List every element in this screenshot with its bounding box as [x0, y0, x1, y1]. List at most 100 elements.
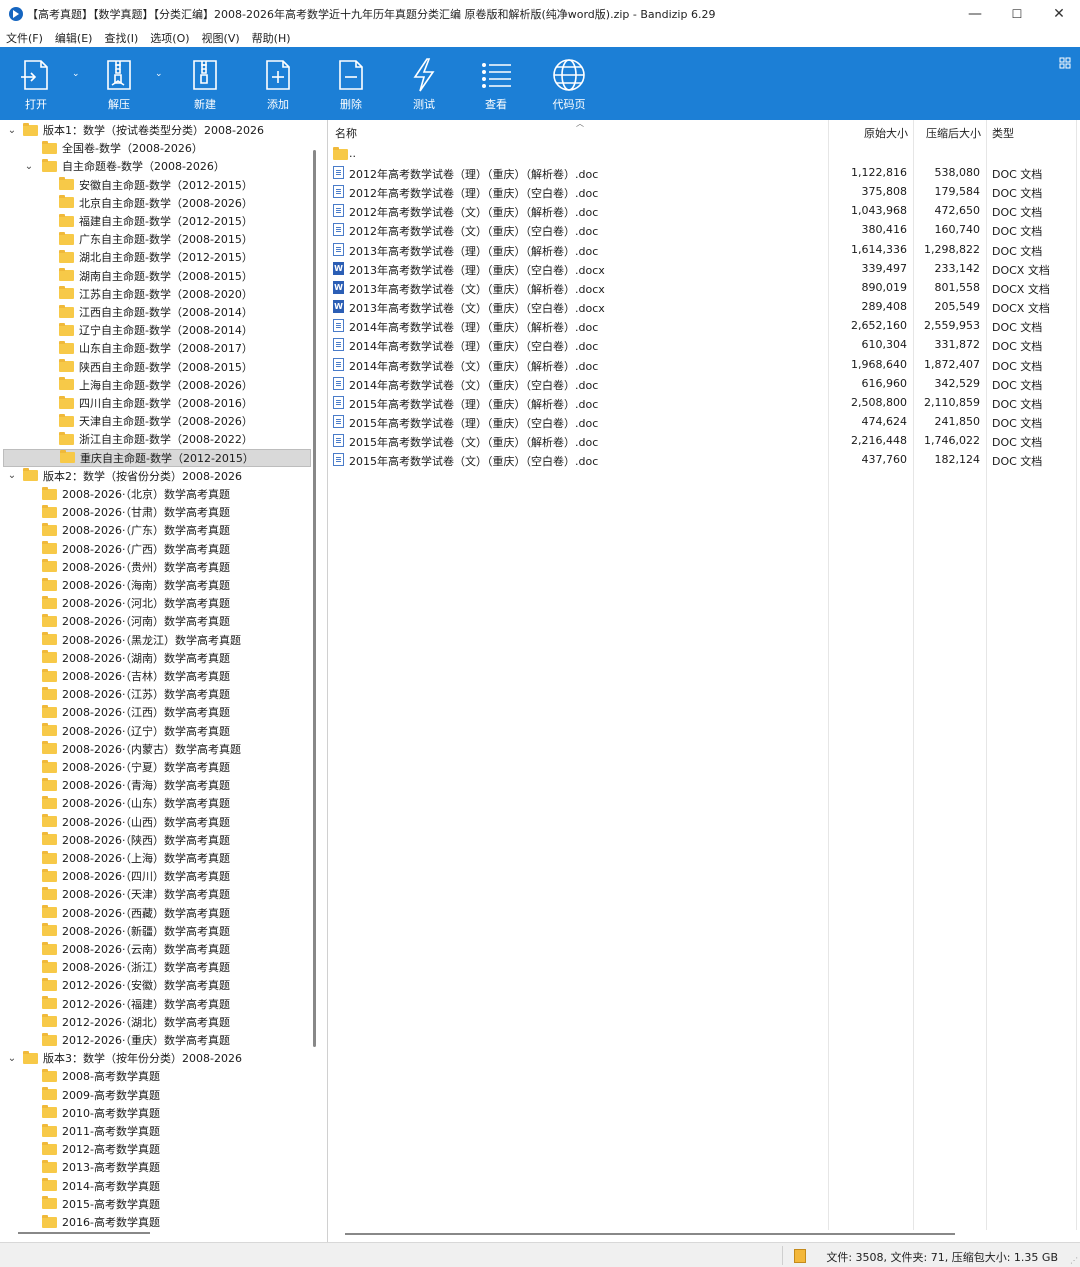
file-row[interactable]: 2015年高考数学试卷（文）（重庆）（解析卷）.doc 2,216,448 1,74…: [330, 431, 1080, 450]
tree-folder-item[interactable]: 2008-2026·（辽宁）数学高考真题: [0, 722, 230, 740]
file-row[interactable]: 2015年高考数学试卷（理）（重庆）（空白卷）.doc 474,624 241,85…: [330, 412, 1080, 431]
tree-folder-item[interactable]: 2012-2026·（福建）数学高考真题: [0, 995, 230, 1013]
file-row[interactable]: W 2013年高考数学试卷（文）（重庆）（解析卷）.docx 890,019 801,…: [330, 278, 1080, 297]
tree-folder-item[interactable]: 2008-2026·（西藏）数学高考真题: [0, 904, 230, 922]
tree-folder-item[interactable]: 2008-2026·（山东）数学高考真题: [0, 794, 230, 812]
tree-folder-item[interactable]: 2008-2026·（北京）数学高考真题: [0, 485, 230, 503]
expand-chevron-icon[interactable]: ⌄: [7, 1053, 17, 1064]
tree-folder-item[interactable]: 2008-2026·（上海）数学高考真题: [0, 849, 230, 867]
tree-folder-item[interactable]: 2016-高考数学真题: [0, 1213, 160, 1231]
file-row[interactable]: 2012年高考数学试卷（理）（重庆）（解析卷）.doc 1,122,816 538,…: [330, 163, 1080, 182]
expand-chevron-icon[interactable]: ⌄: [7, 125, 17, 136]
file-row[interactable]: 2015年高考数学试卷（理）（重庆）（解析卷）.doc 2,508,800 2,11…: [330, 393, 1080, 412]
extract-dropdown-chevron-icon[interactable]: ⌄: [155, 69, 163, 79]
file-list[interactable]: ︿ 名称 原始大小 压缩后大小 类型 .. 2012年高考数学试卷（理）（重庆）…: [330, 120, 1080, 1242]
delete-button[interactable]: 删除: [331, 47, 371, 120]
tree-folder-item[interactable]: 2008-2026·（广西）数学高考真题: [0, 540, 230, 558]
minimize-button[interactable]: —: [954, 0, 996, 28]
tree-subfolder-item[interactable]: 陕西自主命题-数学（2008-2015）: [0, 358, 253, 376]
tree-folder-item[interactable]: 2008-2026·（新疆）数学高考真题: [0, 922, 230, 940]
close-button[interactable]: ✕: [1038, 0, 1080, 28]
tree-subfolder-item[interactable]: 浙江自主命题-数学（2008-2022）: [0, 430, 253, 448]
tree-folder-item[interactable]: 2008-2026·（黑龙江）数学高考真题: [0, 631, 241, 649]
tree-subfolder-item[interactable]: 江西自主命题-数学（2008-2014）: [0, 303, 253, 321]
column-type[interactable]: 类型: [992, 125, 1014, 141]
open-button[interactable]: 打开: [16, 47, 56, 120]
tree-subfolder-item[interactable]: 北京自主命题-数学（2008-2026）: [0, 194, 253, 212]
tree-root-item[interactable]: ⌄ 版本1：数学（按试卷类型分类）2008-2026: [0, 121, 264, 139]
tree-folder-item[interactable]: 2008-2026·（湖南）数学高考真题: [0, 649, 230, 667]
tree-folder-item[interactable]: ⌄ 自主命题卷-数学（2008-2026）: [0, 157, 225, 175]
tree-subfolder-item[interactable]: 辽宁自主命题-数学（2008-2014）: [0, 321, 253, 339]
tree-subfolder-item[interactable]: 江苏自主命题-数学（2008-2020）: [0, 285, 253, 303]
tree-subfolder-item[interactable]: 四川自主命题-数学（2008-2016）: [0, 394, 253, 412]
menu-view[interactable]: 视图(V): [202, 30, 240, 46]
tree-horizontal-scrollbar[interactable]: [18, 1232, 150, 1234]
tree-folder-item[interactable]: 2008-2026·（河南）数学高考真题: [0, 612, 230, 630]
file-row[interactable]: 2014年高考数学试卷（理）（重庆）（解析卷）.doc 2,652,160 2,55…: [330, 316, 1080, 335]
extract-button[interactable]: 解压: [99, 47, 139, 120]
tree-folder-item[interactable]: 2008-2026·（青海）数学高考真题: [0, 776, 230, 794]
tree-folder-item[interactable]: 2011-高考数学真题: [0, 1122, 160, 1140]
tree-subfolder-item[interactable]: 天津自主命题-数学（2008-2026）: [0, 412, 253, 430]
file-row[interactable]: 2014年高考数学试卷（文）（重庆）（解析卷）.doc 1,968,640 1,87…: [330, 355, 1080, 374]
tree-subfolder-item[interactable]: 重庆自主命题-数学（2012-2015）: [3, 448, 311, 467]
tree-folder-item[interactable]: 2008-2026·（河北）数学高考真题: [0, 594, 230, 612]
layout-toggle-icon[interactable]: [1059, 57, 1071, 69]
tree-folder-item[interactable]: 2008-2026·（云南）数学高考真题: [0, 940, 230, 958]
file-row[interactable]: 2014年高考数学试卷（理）（重庆）（空白卷）.doc 610,304 331,87…: [330, 335, 1080, 354]
tree-subfolder-item[interactable]: 广东自主命题-数学（2008-2015）: [0, 230, 253, 248]
tree-folder-item[interactable]: 2008-2026·（甘肃）数学高考真题: [0, 503, 230, 521]
tree-folder-item[interactable]: 2012-2026·（安徽）数学高考真题: [0, 976, 230, 994]
tree-folder-item[interactable]: 2008-2026·（江苏）数学高考真题: [0, 685, 230, 703]
tree-folder-item[interactable]: 2008-2026·（贵州）数学高考真题: [0, 558, 230, 576]
tree-folder-item[interactable]: 2008-2026·（宁夏）数学高考真题: [0, 758, 230, 776]
tree-root-item[interactable]: ⌄ 版本3：数学（按年份分类）2008-2026: [0, 1049, 242, 1067]
menu-file[interactable]: 文件(F): [6, 30, 43, 46]
folder-tree[interactable]: ⌄ 版本1：数学（按试卷类型分类）2008-2026 全国卷-数学（2008-202…: [0, 120, 328, 1242]
tree-subfolder-item[interactable]: 湖北自主命题-数学（2012-2015）: [0, 248, 253, 266]
tree-folder-item[interactable]: 2008-2026·（浙江）数学高考真题: [0, 958, 230, 976]
parent-folder-row[interactable]: ..: [330, 144, 1080, 163]
new-archive-button[interactable]: 新建: [185, 47, 225, 120]
column-original-size[interactable]: 原始大小: [864, 125, 908, 141]
tree-vertical-scrollbar[interactable]: [313, 150, 316, 1047]
tree-folder-item[interactable]: 2015-高考数学真题: [0, 1195, 160, 1213]
view-button[interactable]: 查看: [476, 47, 516, 120]
expand-chevron-icon[interactable]: ⌄: [7, 470, 17, 481]
tree-folder-item[interactable]: 2008-2026·（江西）数学高考真题: [0, 703, 230, 721]
tree-folder-item[interactable]: 2012-2026·（重庆）数学高考真题: [0, 1031, 230, 1049]
tree-subfolder-item[interactable]: 上海自主命题-数学（2008-2026）: [0, 376, 253, 394]
menu-help[interactable]: 帮助(H): [252, 30, 291, 46]
expand-chevron-icon[interactable]: ⌄: [24, 161, 34, 172]
tree-folder-item[interactable]: 2012-高考数学真题: [0, 1140, 160, 1158]
test-button[interactable]: 测试: [404, 47, 444, 120]
tree-folder-item[interactable]: 2008-高考数学真题: [0, 1067, 160, 1085]
add-button[interactable]: 添加: [258, 47, 298, 120]
tree-folder-item[interactable]: 2014-高考数学真题: [0, 1177, 160, 1195]
file-list-horizontal-scrollbar[interactable]: [345, 1233, 955, 1235]
file-row[interactable]: 2012年高考数学试卷（文）（重庆）（解析卷）.doc 1,043,968 472,…: [330, 201, 1080, 220]
column-name[interactable]: 名称: [335, 125, 357, 141]
column-compressed-size[interactable]: 压缩后大小: [926, 125, 981, 141]
tree-folder-item[interactable]: 2009-高考数学真题: [0, 1086, 160, 1104]
tree-folder-item[interactable]: 2008-2026·（内蒙古）数学高考真题: [0, 740, 241, 758]
tree-root-item[interactable]: ⌄ 版本2：数学（按省份分类）2008-2026: [0, 467, 242, 485]
menu-find[interactable]: 查找(I): [104, 30, 138, 46]
open-dropdown-chevron-icon[interactable]: ⌄: [72, 69, 80, 79]
file-row[interactable]: 2013年高考数学试卷（理）（重庆）（解析卷）.doc 1,614,336 1,29…: [330, 240, 1080, 259]
tree-subfolder-item[interactable]: 湖南自主命题-数学（2008-2015）: [0, 267, 253, 285]
menu-options[interactable]: 选项(O): [150, 30, 189, 46]
tree-folder-item[interactable]: 2008-2026·（天津）数学高考真题: [0, 885, 230, 903]
file-row[interactable]: 2014年高考数学试卷（文）（重庆）（空白卷）.doc 616,960 342,52…: [330, 374, 1080, 393]
tree-folder-item[interactable]: 全国卷-数学（2008-2026）: [0, 139, 203, 157]
file-row[interactable]: 2015年高考数学试卷（文）（重庆）（空白卷）.doc 437,760 182,12…: [330, 450, 1080, 469]
file-row[interactable]: W 2013年高考数学试卷（文）（重庆）（空白卷）.docx 289,408 205,…: [330, 297, 1080, 316]
file-row[interactable]: 2012年高考数学试卷（文）（重庆）（空白卷）.doc 380,416 160,74…: [330, 220, 1080, 239]
tree-subfolder-item[interactable]: 山东自主命题-数学（2008-2017）: [0, 339, 253, 357]
file-row[interactable]: W 2013年高考数学试卷（理）（重庆）（空白卷）.docx 339,497 233,…: [330, 259, 1080, 278]
tree-folder-item[interactable]: 2010-高考数学真题: [0, 1104, 160, 1122]
resize-grip-icon[interactable]: ⋰: [1070, 1256, 1078, 1265]
menu-edit[interactable]: 编辑(E): [55, 30, 93, 46]
maximize-button[interactable]: ☐: [996, 0, 1038, 28]
